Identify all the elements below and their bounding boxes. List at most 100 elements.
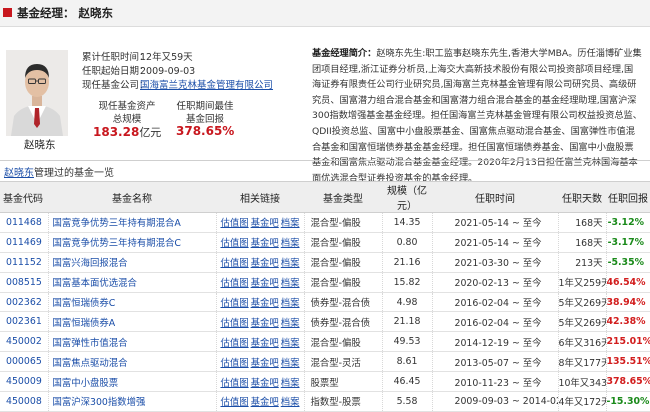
fund-name-link[interactable]: 国富弹性市值混合 bbox=[47, 331, 216, 353]
tenure-label: 累计任职时间： bbox=[82, 52, 149, 63]
fund-rows: 011468 国富竞争优势三年持有期混合A 估值图 基金吧 档案 混合型-偏股 14.35 2… bbox=[0, 212, 650, 412]
fund-code-link[interactable]: 002362 bbox=[0, 292, 48, 313]
fund-code-link[interactable]: 011469 bbox=[0, 232, 48, 253]
tenure-days: 6年又316天 bbox=[557, 331, 606, 353]
fund-name-link[interactable]: 国富恒瑞债券C bbox=[47, 292, 216, 313]
col-header-type[interactable]: 基金类型 bbox=[304, 181, 382, 213]
fund-name-link[interactable]: 国富中小盘股票 bbox=[47, 371, 216, 393]
fund-code-link[interactable]: 011468 bbox=[0, 212, 48, 233]
page-title-manager: 赵晓东 bbox=[78, 6, 114, 20]
fund-profile-link[interactable]: 档案 bbox=[281, 318, 300, 329]
best-return-stat-label: 任职期间最佳 基金回报 bbox=[170, 100, 240, 126]
valuation-chart-link[interactable]: 估值图 bbox=[220, 397, 248, 408]
valuation-chart-link[interactable]: 估值图 bbox=[220, 218, 248, 229]
related-links: 估值图 基金吧 档案 bbox=[215, 331, 304, 353]
fund-profile-link[interactable]: 档案 bbox=[281, 378, 300, 389]
fund-profile-link[interactable]: 档案 bbox=[281, 358, 300, 369]
col-header-period[interactable]: 任职时间 bbox=[432, 181, 558, 213]
tenure-return: 135.51% bbox=[605, 351, 650, 373]
tenure-period: 2021-05-14 ~ 至今 bbox=[431, 232, 558, 253]
person-photo-icon bbox=[6, 50, 68, 136]
fund-forum-link[interactable]: 基金吧 bbox=[251, 298, 279, 309]
col-header-name[interactable]: 基金名称 bbox=[48, 181, 216, 213]
fund-forum-link[interactable]: 基金吧 bbox=[251, 378, 279, 389]
avatar bbox=[6, 50, 68, 136]
page-title: 基金经理： 赵晓东 bbox=[17, 5, 113, 21]
company-link[interactable]: 国海富兰克林基金管理有限公司 bbox=[140, 80, 273, 91]
valuation-chart-link[interactable]: 估值图 bbox=[220, 278, 248, 289]
valuation-chart-link[interactable]: 估值图 bbox=[220, 338, 248, 349]
fund-name-link[interactable]: 国富焦点驱动混合 bbox=[47, 351, 216, 373]
fund-forum-link[interactable]: 基金吧 bbox=[251, 238, 279, 249]
fund-size: 4.98 bbox=[381, 292, 432, 313]
fund-code-link[interactable]: 002361 bbox=[0, 311, 48, 333]
valuation-chart-link[interactable]: 估值图 bbox=[220, 318, 248, 329]
manager-name: 赵晓东 bbox=[24, 139, 56, 151]
fund-profile-link[interactable]: 档案 bbox=[281, 278, 300, 289]
fund-name-link[interactable]: 国富恒瑞债券A bbox=[47, 311, 216, 333]
assets-label-line1: 现任基金资产 bbox=[98, 101, 156, 112]
valuation-chart-link[interactable]: 估值图 bbox=[220, 258, 248, 269]
fund-forum-link[interactable]: 基金吧 bbox=[251, 258, 279, 269]
fund-forum-link[interactable]: 基金吧 bbox=[251, 358, 279, 369]
fund-forum-link[interactable]: 基金吧 bbox=[251, 338, 279, 349]
table-row: 000065 国富焦点驱动混合 估值图 基金吧 档案 混合型-灵活 8.61 2013-05-… bbox=[0, 351, 650, 373]
col-header-links: 相关链接 bbox=[216, 181, 304, 213]
fund-code-link[interactable]: 008515 bbox=[0, 272, 48, 293]
fund-type: 混合型-灵活 bbox=[303, 351, 382, 373]
fund-profile-link[interactable]: 档案 bbox=[281, 238, 300, 249]
fund-profile-link[interactable]: 档案 bbox=[281, 298, 300, 309]
tenure-days: 8年又177天 bbox=[557, 351, 606, 373]
fund-profile-link[interactable]: 档案 bbox=[281, 218, 300, 229]
fund-code-link[interactable]: 000065 bbox=[0, 351, 48, 373]
related-links: 估值图 基金吧 档案 bbox=[215, 311, 304, 333]
fund-name-link[interactable]: 国富兴海回报混合 bbox=[47, 252, 216, 273]
table-row: 011469 国富竞争优势三年持有期混合C 估值图 基金吧 档案 混合型-偏股 0.80 20… bbox=[0, 232, 650, 253]
best-return-value: 378.65% bbox=[176, 124, 235, 138]
fund-forum-link[interactable]: 基金吧 bbox=[251, 397, 279, 408]
fund-forum-link[interactable]: 基金吧 bbox=[251, 218, 279, 229]
fund-forum-link[interactable]: 基金吧 bbox=[251, 278, 279, 289]
tenure-period: 2016-02-04 ~ 至今 bbox=[431, 311, 558, 333]
fund-code-link[interactable]: 450008 bbox=[0, 391, 48, 412]
tenure-value: 12年又59天 bbox=[140, 52, 193, 63]
section-manager-link[interactable]: 赵晓东 bbox=[4, 168, 34, 179]
related-links: 估值图 基金吧 档案 bbox=[215, 292, 304, 313]
valuation-chart-link[interactable]: 估值图 bbox=[220, 378, 248, 389]
fund-code-link[interactable]: 450009 bbox=[0, 371, 48, 393]
header-bar: 基金经理： 赵晓东 bbox=[0, 0, 650, 27]
fund-name-link[interactable]: 国富沪深300指数增强 bbox=[47, 391, 216, 412]
fund-name-link[interactable]: 国富竞争优势三年持有期混合C bbox=[47, 232, 216, 253]
fund-profile-link[interactable]: 档案 bbox=[281, 258, 300, 269]
col-header-size[interactable]: 规模（亿元） bbox=[382, 181, 432, 213]
valuation-chart-link[interactable]: 估值图 bbox=[220, 298, 248, 309]
assets-stat-value: 183.28亿元 bbox=[93, 124, 161, 140]
tenure-return: 215.01% bbox=[605, 331, 650, 353]
valuation-chart-link[interactable]: 估值图 bbox=[220, 358, 248, 369]
company-row: 现任基金公司：国海富兰克林基金管理有限公司 bbox=[82, 77, 273, 91]
col-header-code[interactable]: 基金代码 bbox=[0, 181, 48, 213]
fund-name-link[interactable]: 国富竞争优势三年持有期混合A bbox=[47, 212, 216, 233]
fund-profile-link[interactable]: 档案 bbox=[281, 397, 300, 408]
start-date-label: 任职起始日期： bbox=[82, 66, 149, 77]
tenure-return: 46.54% bbox=[605, 272, 650, 293]
tenure-period: 2020-02-13 ~ 至今 bbox=[431, 272, 558, 293]
tenure-period: 2016-02-04 ~ 至今 bbox=[431, 292, 558, 313]
section-title-suffix: 管理过的基金一览 bbox=[34, 168, 114, 179]
fund-manager-page: 基金经理： 赵晓东 累计任职时间：12年又59天 任职起始日期：2009-09-0… bbox=[0, 0, 650, 412]
col-header-return[interactable]: 任职回报 bbox=[606, 181, 650, 213]
start-date-row: 任职起始日期：2009-09-03 bbox=[82, 63, 195, 77]
tenure-days: 168天 bbox=[557, 232, 606, 253]
assets-unit: 亿元 bbox=[139, 126, 162, 139]
fund-table: 基金代码 基金名称 相关链接 基金类型 规模（亿元） 任职时间 任职天数 任职回… bbox=[0, 181, 650, 412]
valuation-chart-link[interactable]: 估值图 bbox=[220, 238, 248, 249]
fund-code-link[interactable]: 011152 bbox=[0, 252, 48, 273]
fund-forum-link[interactable]: 基金吧 bbox=[251, 318, 279, 329]
tenure-days: 5年又269天 bbox=[557, 292, 606, 313]
fund-profile-link[interactable]: 档案 bbox=[281, 338, 300, 349]
fund-code-link[interactable]: 450002 bbox=[0, 331, 48, 353]
fund-size: 46.45 bbox=[381, 371, 432, 393]
col-header-days[interactable]: 任职天数 bbox=[558, 181, 606, 213]
fund-name-link[interactable]: 国富基本面优选混合 bbox=[47, 272, 216, 293]
tenure-days: 4年又172天 bbox=[557, 391, 606, 412]
